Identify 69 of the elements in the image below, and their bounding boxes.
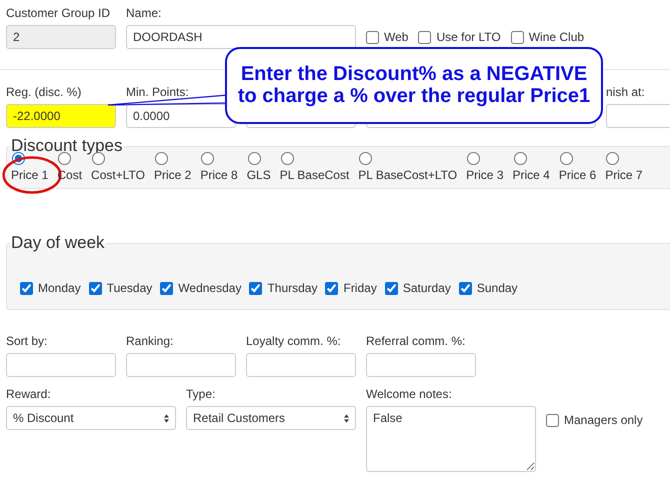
sort-arrows-icon	[164, 414, 169, 422]
field-label: Type:	[186, 387, 216, 401]
checkbox-label: Use for LTO	[436, 30, 501, 44]
field-label: Ranking:	[126, 334, 174, 348]
field-label: Reg. (disc. %)	[6, 85, 82, 99]
radio-label: Price 6	[558, 168, 596, 182]
field-label: Min. Points:	[126, 85, 190, 99]
radio-label: Price 2	[154, 168, 192, 182]
radio-label: Price 8	[200, 168, 238, 182]
radio-label: Cost+LTO	[91, 168, 145, 182]
radio-label: GLS	[246, 168, 271, 182]
sort-arrows-icon	[344, 414, 349, 422]
field-label: Sort by:	[6, 334, 48, 348]
field-label: Reward:	[6, 387, 52, 401]
checkbox-label: Managers only	[564, 413, 643, 427]
panel-title: Discount types	[10, 136, 124, 156]
checkbox-label: Thursday	[267, 281, 318, 295]
checkbox[interactable]	[20, 282, 33, 294]
type-dropdown[interactable]: Retail Customers	[186, 406, 356, 430]
text-field[interactable]	[126, 353, 236, 377]
radio-button[interactable]	[514, 152, 526, 165]
reward-dropdown[interactable]: % Discount	[6, 406, 176, 430]
checkbox[interactable]	[249, 282, 262, 294]
field-label: Customer Group ID	[6, 6, 112, 20]
checkbox[interactable]	[160, 282, 174, 294]
checkbox[interactable]	[366, 30, 379, 44]
field-label: Name:	[126, 6, 162, 20]
text-field[interactable]	[246, 353, 356, 377]
checkbox[interactable]	[546, 414, 559, 426]
radio-label: Price 7	[605, 168, 643, 182]
radio-button[interactable]	[560, 152, 573, 165]
checkbox-label: Monday	[38, 281, 81, 295]
text-field[interactable]: -22.0000	[6, 104, 116, 128]
checkbox-label: Tuesday	[106, 281, 152, 295]
checkbox[interactable]	[510, 30, 524, 44]
checkbox[interactable]	[325, 282, 338, 294]
radio-label: Price 3	[466, 168, 504, 182]
text-field[interactable]: 0.0000	[126, 104, 236, 128]
radio-label: Price 4	[512, 168, 550, 182]
text-field[interactable]	[366, 353, 476, 377]
notes-textarea[interactable]: False	[366, 406, 536, 472]
radio-button[interactable]	[280, 152, 294, 165]
checkbox-label: Web	[384, 30, 408, 44]
radio-button[interactable]	[606, 152, 620, 165]
radio-button[interactable]	[58, 152, 72, 165]
radio-button[interactable]	[248, 152, 261, 165]
radio-button[interactable]	[359, 152, 372, 165]
checkbox-label: Friday	[343, 281, 377, 295]
text-field[interactable]	[6, 353, 116, 377]
checkbox-label: Wednesday	[178, 281, 242, 295]
radio-label: PL BaseCost	[280, 168, 350, 182]
radio-button[interactable]	[201, 152, 214, 165]
checkbox[interactable]	[88, 282, 102, 294]
checkbox-label: Sunday	[476, 281, 518, 295]
field-label: Referral comm. %:	[366, 334, 466, 348]
checkbox[interactable]	[384, 282, 398, 294]
radio-label: Price 1	[11, 168, 48, 182]
radio-button[interactable]	[467, 152, 480, 165]
checkbox[interactable]	[458, 282, 472, 294]
radio-label: PL BaseCost+LTO	[358, 168, 458, 182]
field-label: nish at:	[606, 85, 646, 99]
checkbox-label: Saturday	[402, 281, 451, 295]
checkbox[interactable]	[418, 30, 432, 44]
radio-button[interactable]	[154, 152, 168, 165]
field-label: Welcome notes:	[366, 387, 453, 401]
checkbox-label: Wine Club	[528, 30, 584, 44]
text-field[interactable]: DOORDASH	[126, 25, 356, 49]
panel-title: Day of week	[10, 233, 106, 253]
field-label: Loyalty comm. %:	[246, 334, 342, 348]
